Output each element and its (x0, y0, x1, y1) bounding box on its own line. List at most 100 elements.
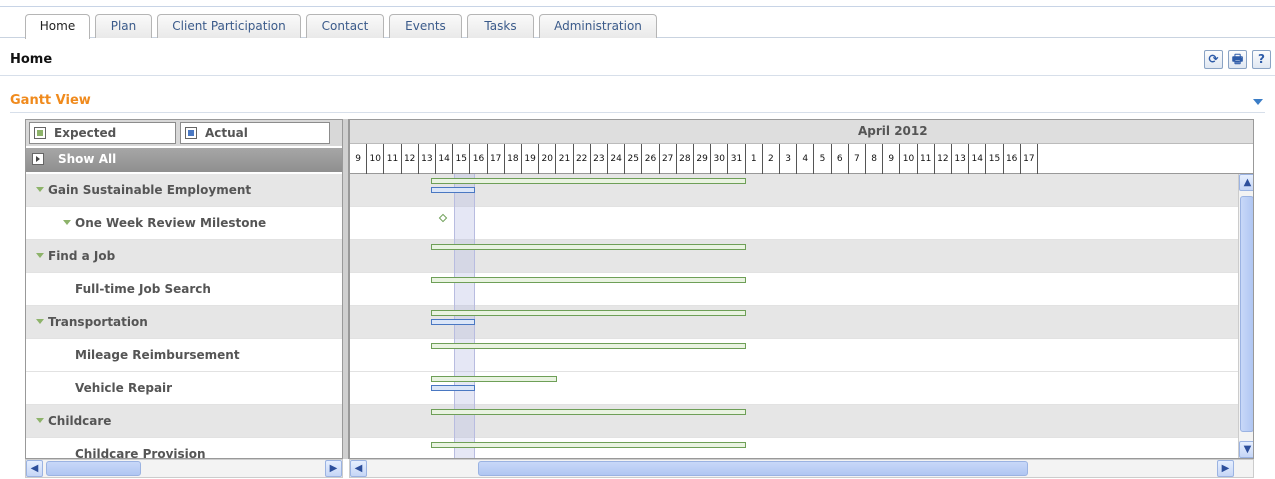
day-header: 26 (642, 144, 660, 174)
day-header: 25 (625, 144, 643, 174)
day-header: 18 (505, 144, 522, 174)
task-row[interactable]: Childcare Provision (26, 438, 342, 459)
day-header: 28 (677, 144, 694, 174)
refresh-icon[interactable]: ⟳ (1204, 50, 1223, 69)
task-label: Childcare Provision (75, 447, 206, 459)
expected-bar[interactable] (430, 409, 747, 415)
day-header: 6 (832, 144, 849, 174)
show-all-row[interactable]: Show All (26, 148, 342, 172)
tab-plan[interactable]: Plan (95, 14, 152, 38)
task-label: Gain Sustainable Employment (48, 183, 252, 197)
top-border (0, 6, 1275, 7)
day-header: 20 (539, 144, 557, 174)
day-header: 17 (488, 144, 505, 174)
section-title: Gantt View (10, 93, 91, 108)
expected-bar[interactable] (430, 244, 747, 250)
today-marker (454, 174, 475, 458)
expected-bar[interactable] (430, 178, 747, 184)
gantt-scroll-right-icon[interactable]: ▶ (1217, 460, 1234, 477)
collapse-section-icon[interactable] (1253, 99, 1263, 105)
expected-bar[interactable] (430, 376, 558, 382)
scroll-left-icon[interactable]: ◀ (26, 460, 43, 477)
tab-client-participation[interactable]: Client Participation (157, 14, 301, 38)
right-horizontal-scrollbar[interactable]: ◀ ▶ (349, 459, 1254, 478)
expand-arrow-icon[interactable] (36, 319, 44, 324)
day-header: 16 (1004, 144, 1021, 174)
left-horizontal-scroll-thumb[interactable] (46, 461, 141, 476)
actual-bar[interactable] (430, 187, 475, 193)
scroll-up-icon[interactable]: ▲ (1239, 174, 1253, 191)
tab-events[interactable]: Events (389, 14, 462, 38)
task-row[interactable]: One Week Review Milestone (26, 207, 342, 240)
day-header: 3 (780, 144, 798, 174)
day-header: 8 (866, 144, 884, 174)
legend-expected-button[interactable]: Expected (29, 122, 176, 144)
task-row[interactable]: Mileage Reimbursement (26, 339, 342, 372)
show-all-label: Show All (58, 152, 117, 166)
left-horizontal-scrollbar[interactable]: ◀ ▶ (25, 459, 343, 478)
actual-bar[interactable] (430, 319, 475, 325)
task-row[interactable]: Transportation (26, 306, 342, 339)
expand-arrow-icon[interactable] (36, 187, 44, 192)
vertical-scroll-thumb[interactable] (1240, 196, 1253, 432)
task-row[interactable]: Full-time Job Search (26, 273, 342, 306)
expand-all-icon[interactable] (32, 153, 44, 165)
days-header: 9 10 11 12 13 14 15 16 17 18 19 20 21 22 23 24 25 26 27 28 2… (350, 144, 1253, 174)
day-header: 7 (849, 144, 866, 174)
expected-bar[interactable] (430, 442, 747, 448)
tab-tasks[interactable]: Tasks (467, 14, 534, 38)
gantt-scroll-left-icon[interactable]: ◀ (350, 460, 367, 477)
gantt-chart-pane: April 2012 9 10 11 12 13 14 15 16 17 18 19 20 21 22 23… (349, 119, 1254, 459)
day-header: 23 (591, 144, 608, 174)
scroll-right-icon[interactable]: ▶ (325, 460, 342, 477)
help-icon[interactable]: ? (1252, 50, 1271, 69)
header-divider (0, 75, 1275, 76)
page-title: Home (10, 52, 53, 67)
task-label: Full-time Job Search (75, 282, 211, 296)
legend-row: Expected Actual (26, 120, 342, 146)
expand-arrow-icon[interactable] (36, 418, 44, 423)
tab-home[interactable]: Home (25, 14, 90, 39)
day-header: 11 (918, 144, 935, 174)
day-header: 5 (814, 144, 832, 174)
expand-arrow-icon[interactable] (63, 220, 71, 225)
section-divider (10, 112, 1265, 113)
day-header: 10 (367, 144, 385, 174)
day-header: 14 (969, 144, 987, 174)
legend-actual-button[interactable]: Actual (180, 122, 330, 144)
day-header: 11 (384, 144, 402, 174)
expected-bar[interactable] (430, 277, 747, 283)
print-icon[interactable]: 🖶 (1228, 50, 1247, 69)
day-header: 10 (900, 144, 918, 174)
task-label: One Week Review Milestone (75, 216, 267, 230)
expected-bar[interactable] (430, 310, 747, 316)
expected-swatch-icon (34, 127, 46, 139)
expected-bar[interactable] (430, 343, 747, 349)
task-label: Childcare (48, 414, 112, 428)
task-label: Vehicle Repair (75, 381, 173, 395)
task-label: Mileage Reimbursement (75, 348, 240, 362)
day-header: 13 (419, 144, 436, 174)
vertical-scrollbar[interactable]: ▲ ▼ (1238, 174, 1253, 458)
task-row[interactable]: Find a Job (26, 240, 342, 273)
day-header: 24 (608, 144, 626, 174)
day-header: 1 (746, 144, 763, 174)
task-row[interactable]: Childcare (26, 405, 342, 438)
task-label: Transportation (48, 315, 148, 329)
day-header: 30 (711, 144, 729, 174)
actual-bar[interactable] (430, 385, 475, 391)
tab-administration[interactable]: Administration (539, 14, 657, 38)
task-row[interactable]: Gain Sustainable Employment (26, 174, 342, 207)
scroll-down-icon[interactable]: ▼ (1239, 441, 1253, 458)
task-row[interactable]: Vehicle Repair (26, 372, 342, 405)
legend-expected-label: Expected (54, 126, 117, 140)
day-header: 17 (1021, 144, 1038, 174)
day-header: 12 (935, 144, 952, 174)
right-horizontal-scroll-thumb[interactable] (478, 461, 1028, 476)
task-label: Find a Job (48, 249, 116, 263)
legend-actual-label: Actual (205, 126, 248, 140)
tab-contact[interactable]: Contact (306, 14, 384, 38)
day-header: 12 (402, 144, 419, 174)
day-header: 31 (728, 144, 746, 174)
expand-arrow-icon[interactable] (36, 253, 44, 258)
